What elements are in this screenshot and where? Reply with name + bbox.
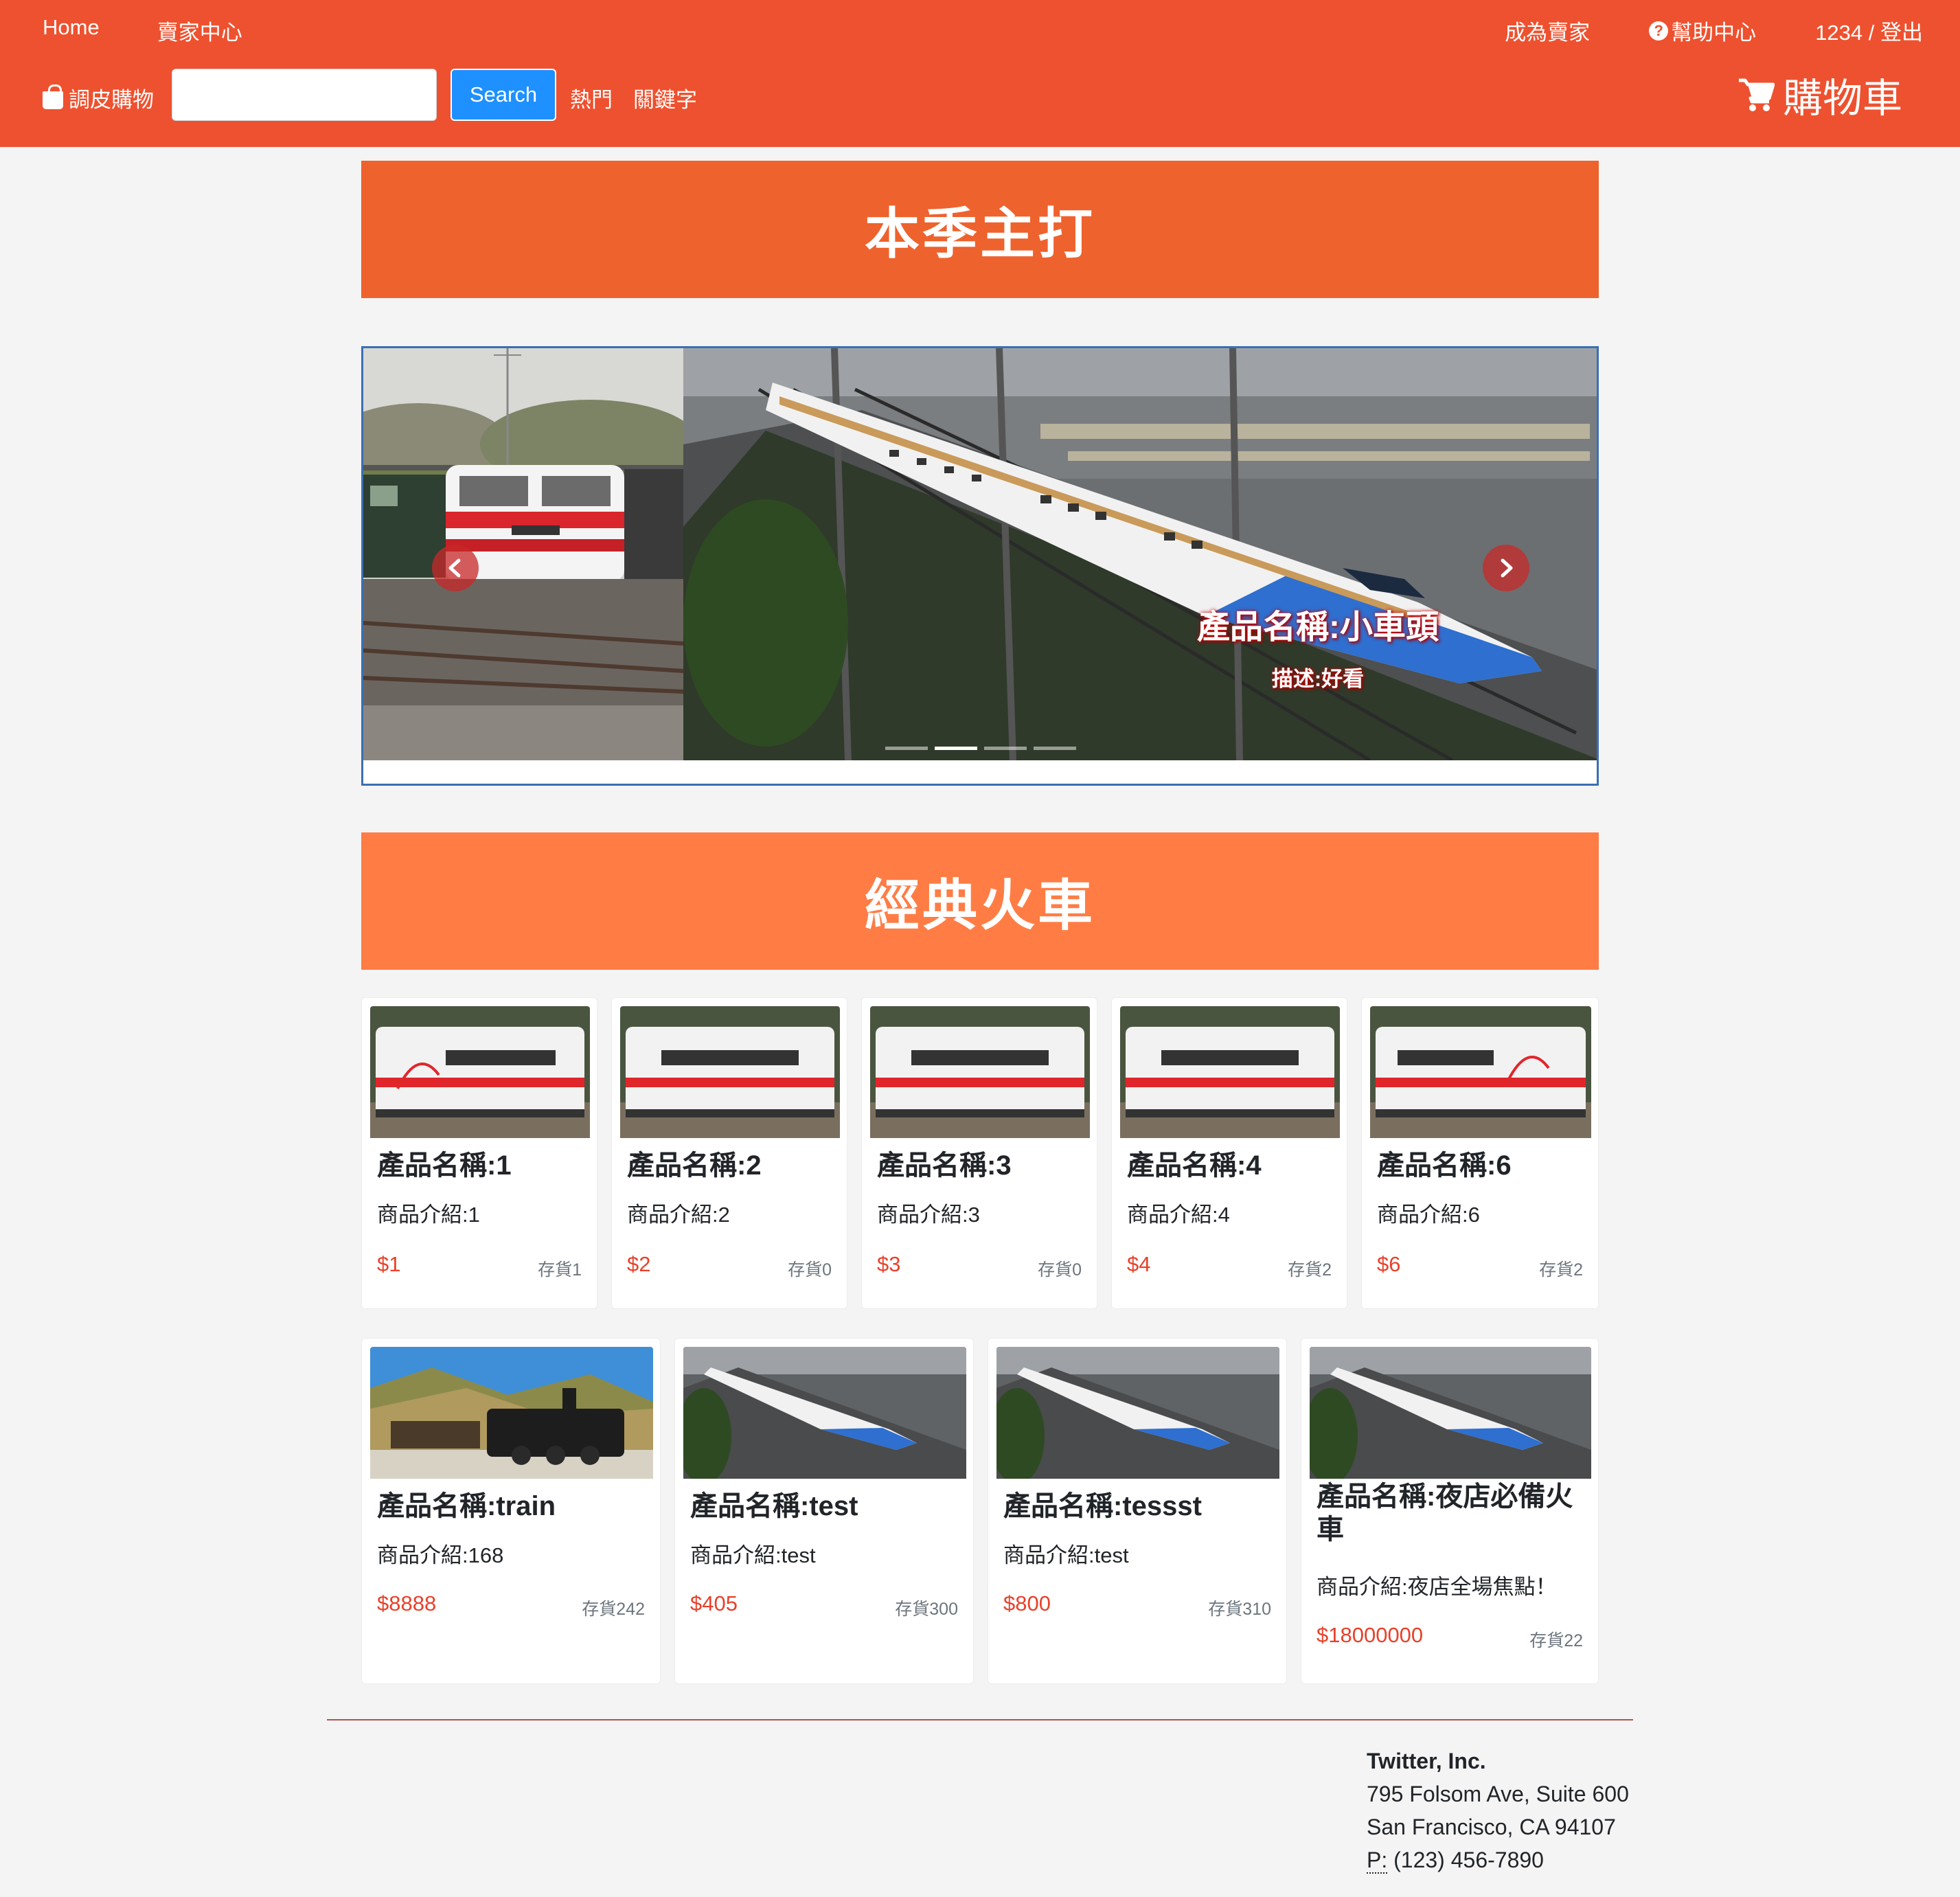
product-stock: 存貨310 <box>1208 1600 1271 1619</box>
product-name[interactable]: 產品名稱:夜店必備火車 <box>1317 1480 1591 1546</box>
nav-right-links: 成為賣家 ? 幫助中心 1234 / 登出 <box>1505 15 1923 46</box>
product-image <box>683 1347 966 1479</box>
product-intro: 商品介紹:test <box>690 1543 816 1567</box>
product-price: $800 <box>1003 1591 1051 1615</box>
search-input[interactable] <box>172 69 437 121</box>
arrow-left-icon <box>448 558 461 578</box>
product-card[interactable]: 產品名稱:test 商品介紹:test $405 存貨300 <box>674 1338 974 1684</box>
company-name: Twitter, Inc. <box>1367 1749 1486 1773</box>
product-image <box>1370 1006 1591 1138</box>
footer-address: Twitter, Inc. 795 Folsom Ave, Suite 600 … <box>1367 1745 1629 1876</box>
product-image <box>1120 1006 1340 1138</box>
product-intro: 商品介紹:6 <box>1377 1203 1480 1227</box>
product-card[interactable]: 產品名稱:2 商品介紹:2 $2 存貨0 <box>611 997 847 1309</box>
carousel-indicator[interactable] <box>1034 747 1076 750</box>
product-name[interactable]: 產品名稱:test <box>690 1490 858 1523</box>
top-navbar: Home 賣家中心 成為賣家 ? 幫助中心 1234 / 登出 調皮購物 Sea… <box>0 0 1960 147</box>
product-stock: 存貨0 <box>1038 1260 1082 1280</box>
product-image <box>996 1347 1279 1479</box>
product-name[interactable]: 產品名稱:3 <box>877 1149 1012 1182</box>
product-price: $3 <box>877 1252 901 1276</box>
product-name[interactable]: 產品名稱:tessst <box>1003 1490 1202 1523</box>
nav-seller-center-link[interactable]: 賣家中心 <box>157 15 242 46</box>
product-price: $1 <box>377 1252 401 1276</box>
product-intro: 商品介紹:168 <box>377 1543 504 1567</box>
nav-home-link[interactable]: Home <box>43 15 100 46</box>
product-intro: 商品介紹:4 <box>1127 1203 1230 1227</box>
product-stock: 存貨2 <box>1539 1260 1583 1280</box>
product-intro: 商品介紹:夜店全場焦點！ <box>1317 1575 1557 1599</box>
question-circle-icon: ? <box>1649 21 1669 41</box>
carousel-indicator[interactable] <box>984 747 1027 750</box>
carousel-prev-button[interactable] <box>432 545 479 591</box>
product-card[interactable]: 產品名稱:1 商品介紹:1 $1 存貨1 <box>361 997 597 1309</box>
product-card[interactable]: 產品名稱:3 商品介紹:3 $3 存貨0 <box>861 997 1097 1309</box>
brand-logo[interactable]: 調皮購物 <box>43 82 154 113</box>
carousel-indicators <box>885 747 1076 750</box>
product-stock: 存貨300 <box>895 1600 958 1619</box>
brand-name: 調皮購物 <box>69 88 154 112</box>
product-intro: 商品介紹:test <box>1003 1543 1129 1567</box>
phone-line: P: (123) 456-7890 <box>1367 1843 1629 1876</box>
product-price: $8888 <box>377 1591 437 1615</box>
product-image <box>1310 1347 1591 1479</box>
phone-label: P: <box>1367 1848 1388 1874</box>
product-price: $2 <box>627 1252 651 1276</box>
carousel-caption-title: 產品名稱:小車頭 <box>1197 609 1439 646</box>
product-image <box>370 1006 590 1138</box>
product-stock: 存貨22 <box>1529 1631 1583 1650</box>
hot-link[interactable]: 熱門 <box>570 82 613 113</box>
carousel-active-slide-image <box>683 348 1597 760</box>
product-intro: 商品介紹:1 <box>377 1203 480 1227</box>
help-center-link[interactable]: ? 幫助中心 <box>1649 15 1756 46</box>
product-image <box>370 1347 653 1479</box>
product-stock: 存貨1 <box>538 1260 582 1280</box>
shopping-cart-icon <box>1738 78 1775 111</box>
product-intro: 商品介紹:2 <box>627 1203 730 1227</box>
product-price: $405 <box>690 1591 738 1615</box>
help-center-label: 幫助中心 <box>1671 21 1757 45</box>
product-price: $18000000 <box>1317 1623 1424 1647</box>
carousel-caption-description: 描述:好看 <box>1271 667 1365 691</box>
carousel-prev-slide-image <box>363 348 683 760</box>
product-image <box>620 1006 840 1138</box>
keyword-link[interactable]: 關鍵字 <box>633 82 697 113</box>
featured-carousel[interactable]: 產品名稱:小車頭 描述:好看 <box>361 346 1599 786</box>
carousel-indicator[interactable] <box>885 747 928 750</box>
nav-left-links: Home 賣家中心 <box>43 15 242 46</box>
cart-link[interactable]: 購物車 <box>1737 66 1902 124</box>
product-stock: 存貨0 <box>788 1260 832 1280</box>
street-address: 795 Folsom Ave, Suite 600 <box>1367 1782 1629 1806</box>
product-card[interactable]: 產品名稱:6 商品介紹:6 $6 存貨2 <box>1361 997 1599 1309</box>
carousel-next-button[interactable] <box>1483 545 1529 591</box>
product-image <box>870 1006 1090 1138</box>
arrow-right-icon <box>1501 558 1513 578</box>
footer-divider <box>327 1719 1633 1720</box>
product-name[interactable]: 產品名稱:1 <box>377 1149 512 1182</box>
product-name[interactable]: 產品名稱:train <box>377 1490 556 1523</box>
city-address: San Francisco, CA 94107 <box>1367 1815 1616 1839</box>
classic-section-title: 經典火車 <box>361 832 1599 970</box>
product-name[interactable]: 產品名稱:6 <box>1377 1149 1512 1182</box>
become-seller-link[interactable]: 成為賣家 <box>1505 15 1590 46</box>
product-name[interactable]: 產品名稱:4 <box>1127 1149 1262 1182</box>
featured-section-title: 本季主打 <box>361 161 1599 298</box>
product-card[interactable]: 產品名稱:4 商品介紹:4 $4 存貨2 <box>1111 997 1347 1309</box>
search-button[interactable]: Search <box>451 69 556 121</box>
product-card[interactable]: 產品名稱:train 商品介紹:168 $8888 存貨242 <box>361 1338 661 1684</box>
product-intro: 商品介紹:3 <box>877 1203 980 1227</box>
product-card[interactable]: 產品名稱:tessst 商品介紹:test $800 存貨310 <box>988 1338 1287 1684</box>
phone-number: (123) 456-7890 <box>1393 1848 1544 1872</box>
carousel-caption: 產品名稱:小車頭 描述:好看 <box>1160 600 1476 692</box>
product-stock: 存貨2 <box>1288 1260 1332 1280</box>
user-logout-link[interactable]: 1234 / 登出 <box>1815 15 1923 46</box>
product-price: $4 <box>1127 1252 1151 1276</box>
product-card[interactable]: 產品名稱:夜店必備火車 商品介紹:夜店全場焦點！ $18000000 存貨22 <box>1301 1338 1599 1684</box>
product-name[interactable]: 產品名稱:2 <box>627 1149 762 1182</box>
product-price: $6 <box>1377 1252 1401 1276</box>
cart-label: 購物車 <box>1782 76 1902 121</box>
shopping-bag-icon <box>43 84 63 109</box>
product-stock: 存貨242 <box>582 1600 645 1619</box>
carousel-indicator-active[interactable] <box>935 747 977 750</box>
